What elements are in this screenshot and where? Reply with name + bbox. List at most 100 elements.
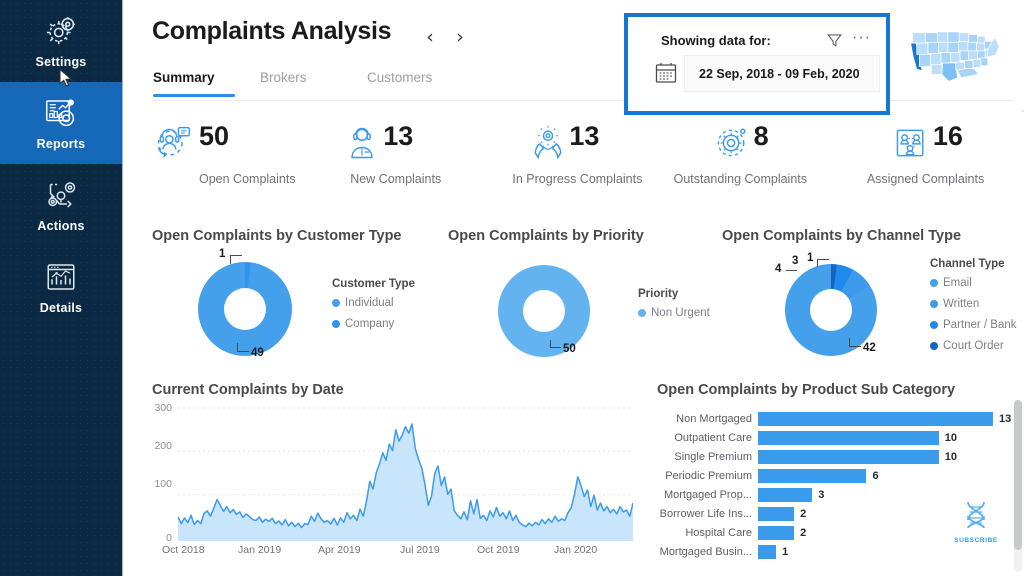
leader-line [230,255,242,264]
previous-page-icon[interactable]: ‹ [419,24,441,50]
donut-slice-label-court-order: 1 [807,252,814,264]
x-axis-tick: Apr 2019 [318,544,361,556]
date-range-value: 22 Sep, 2018 - 09 Feb, 2020 [699,66,860,81]
donut-chart[interactable] [498,265,590,357]
next-page-icon[interactable]: › [449,24,471,50]
legend-item[interactable]: Court Order [930,340,1017,352]
bar-row[interactable]: Periodic Premium 6 [655,467,1015,485]
bar-fill[interactable] [758,411,993,426]
sidebar-item-actions[interactable]: Actions [0,164,122,246]
chart-title: Open Complaints by Product Sub Category [657,382,956,398]
bar-value-label: 1 [782,545,789,558]
kpi-card-open-complaints[interactable]: 50 Open Complaints [123,120,303,208]
sidebar-item-reports[interactable]: Reports [0,82,122,164]
legend-label: Non Urgent [651,307,710,319]
leader-line [550,340,561,348]
bar-fill[interactable] [758,525,795,540]
legend-swatch [332,299,340,307]
tab-brokers[interactable]: Brokers [260,70,367,97]
bar-fill[interactable] [758,544,777,559]
leader-line [849,338,861,347]
more-options-icon[interactable]: ··· [852,29,871,47]
legend-swatch [930,279,938,287]
bar-row[interactable]: Outpatient Care 10 [655,429,1015,447]
kpi-card-assigned-complaints[interactable]: 16 Assigned Complaints [844,120,1024,208]
gear-icon [42,13,80,49]
kpi-value: 13 [383,121,414,151]
us-map-thumbnail[interactable] [902,15,1006,99]
report-chart-icon [42,95,80,131]
bar-category-label: Outpatient Care [674,431,752,444]
bar-value-label: 13 [999,412,1012,425]
bar-category-label: Non Mortgaged [676,412,752,425]
headset-complaint-icon [153,124,193,162]
kpi-card-in-progress-complaints[interactable]: 13 In Progress Complaints [483,120,663,208]
donut-chart[interactable] [198,262,292,356]
kpi-card-outstanding-complaints[interactable]: 8 Outstanding Complaints [664,120,844,208]
legend-title: Channel Type [930,258,1005,270]
bar-row[interactable]: Single Premium 10 [655,448,1015,466]
legend-item[interactable]: Individual [332,297,415,309]
assign-people-icon [891,124,931,162]
kpi-label: Outstanding Complaints [673,172,808,186]
subscribe-watermark: SUBSCRIBE [948,498,1004,550]
calendar-icon [654,61,678,85]
kpi-value: 50 [199,121,230,151]
legend-label: Individual [345,297,394,309]
date-range-input[interactable]: 22 Sep, 2018 - 09 Feb, 2020 [684,55,880,92]
x-axis-tick: Jan 2020 [554,544,598,556]
donut-slice-label-individual: 49 [251,347,264,359]
y-axis-tick: 200 [154,440,172,452]
donut-slice-label-partner-bank: 3 [792,255,799,267]
bar-fill[interactable] [758,449,939,464]
legend-item[interactable]: Company [332,318,415,330]
date-filter-card[interactable]: Showing data for: ··· 22 Sep, 2018 - 09 … [624,13,890,115]
legend-label: Written [943,298,980,310]
bar-chart-scrollbar-thumb[interactable] [1014,400,1022,550]
subscribe-label: SUBSCRIBE [954,537,998,544]
kpi-label: Open Complaints [199,172,296,186]
area-chart-plot [178,407,633,541]
legend-item[interactable]: Written [930,298,1017,310]
legend-item[interactable]: Partner / Bank [930,319,1017,331]
x-axis-tick: Jul 2019 [400,544,440,556]
legend-priority: Priority Non Urgent [638,288,710,328]
legend-swatch [638,309,646,317]
workflow-gear-icon [42,177,80,213]
bar-category-label: Periodic Premium [665,469,752,482]
sidebar-item-label: Actions [37,219,85,233]
bar-fill[interactable] [758,506,795,521]
kpi-card-new-complaints[interactable]: 13 New Complaints [303,120,483,208]
bar-value-label: 2 [800,526,807,539]
tab-bar: Summary Brokers Customers [153,70,474,97]
bar-row[interactable]: Non Mortgaged 13 [655,410,1015,428]
legend-item[interactable]: Non Urgent [638,307,710,319]
bar-fill[interactable] [758,430,939,445]
bar-fill[interactable] [758,468,867,483]
legend-item[interactable]: Email [930,277,1017,289]
sidebar-item-details[interactable]: Details [0,246,122,328]
x-axis-tick: Oct 2019 [477,544,520,556]
dashboard-icon [42,259,80,295]
tab-summary[interactable]: Summary [153,70,260,97]
donut-hole [810,289,852,331]
kpi-row: 50 Open Complaints 13 New Complaints 13 … [123,120,1024,208]
bar-value-label: 10 [944,450,958,463]
filter-icon[interactable] [826,32,843,49]
chart-title: Current Complaints by Date [152,382,344,398]
bar-category-label: Mortgaged Busin... [659,545,752,558]
bar-value-label: 6 [872,469,879,482]
legend-swatch [930,321,938,329]
kpi-label: Assigned Complaints [866,172,985,186]
chart-complaints-by-date[interactable]: Current Complaints by Date 300 200 100 0… [150,380,640,565]
donut-slice-label-written: 4 [775,263,782,275]
legend-title: Priority [638,288,679,300]
page-title: Complaints Analysis [152,17,392,45]
bar-category-label: Mortgaged Prop... [663,488,752,501]
hands-gear-icon [528,124,568,162]
bar-fill[interactable] [758,487,813,502]
legend-label: Company [345,318,395,330]
tab-customers[interactable]: Customers [367,70,474,97]
sidebar-item-label: Reports [36,137,86,151]
showing-data-label: Showing data for: [661,33,771,48]
